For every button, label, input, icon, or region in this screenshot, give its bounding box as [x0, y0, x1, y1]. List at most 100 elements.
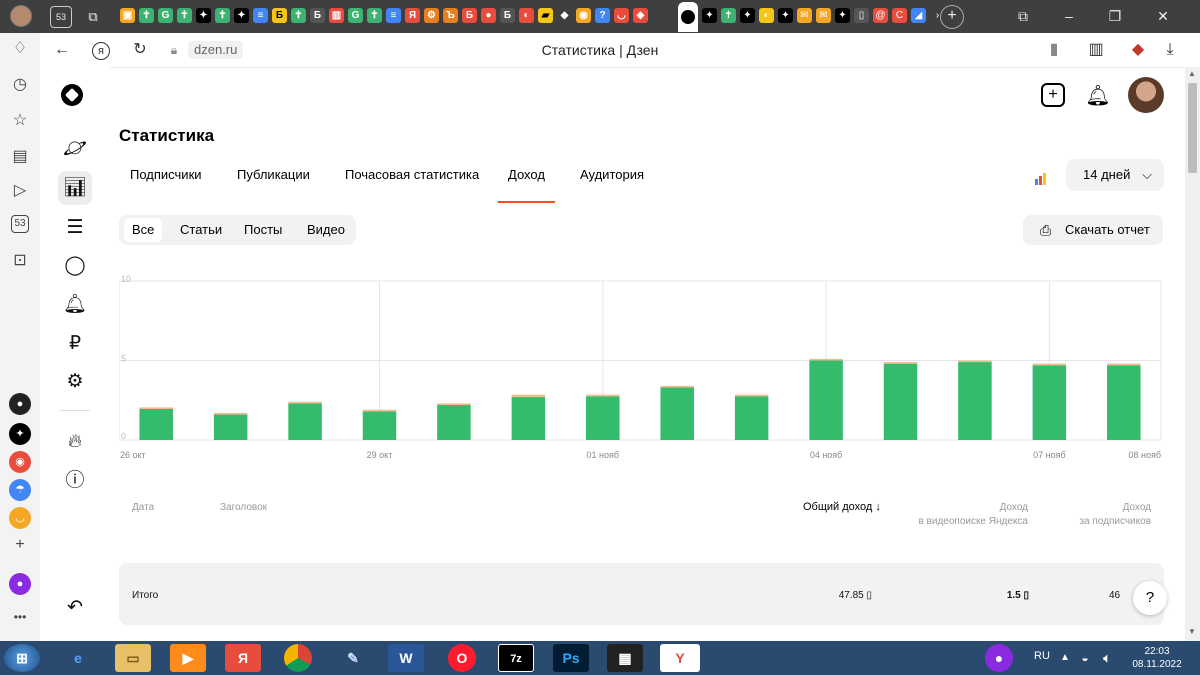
minimize-button[interactable]: –	[1046, 0, 1092, 33]
tab-favicon[interactable]: Б	[310, 8, 325, 23]
tab-favicon[interactable]: ✦	[835, 8, 850, 23]
word-icon[interactable]: W	[388, 644, 424, 672]
download-icon[interactable]: ⤓	[1160, 40, 1180, 60]
col-total[interactable]: Общий доход ↓	[803, 500, 881, 514]
tab-favicon[interactable]: ?	[595, 8, 610, 23]
more-icon[interactable]: •••	[10, 607, 30, 627]
tab-publications[interactable]: Публикации	[227, 167, 320, 201]
filter-all[interactable]: Все	[124, 218, 163, 242]
photoshop-icon[interactable]: Ps	[553, 644, 589, 672]
tab-favicon[interactable]: ●	[481, 8, 496, 23]
notifications-icon[interactable]: 🔔︎	[62, 292, 88, 318]
clock[interactable]: 22:03 08.11.2022	[1122, 645, 1192, 671]
bookmark-icon[interactable]: ▮	[1044, 40, 1064, 60]
tab-audience[interactable]: Аудитория	[570, 167, 654, 201]
tab-favicon[interactable]: Ъ	[443, 8, 458, 23]
tab-favicon[interactable]: ✝	[367, 8, 382, 23]
tab-favicon[interactable]: ▥	[329, 8, 344, 23]
tab-count-badge[interactable]: 53	[50, 6, 72, 28]
help-button[interactable]: ?	[1133, 581, 1167, 615]
active-tab[interactable]	[678, 2, 698, 32]
network-icon[interactable]: ◒	[1076, 644, 1094, 672]
close-window-button[interactable]: ✕	[1140, 0, 1186, 33]
video-editor-icon[interactable]: ▦	[607, 644, 643, 672]
7zip-icon[interactable]: 7z	[498, 644, 534, 672]
ie-icon[interactable]: e	[60, 644, 96, 672]
tab-favicon[interactable]: ✦	[702, 8, 717, 23]
filter-posts[interactable]: Посты	[236, 218, 290, 242]
tab-favicon[interactable]: C	[892, 8, 907, 23]
download-report-button[interactable]: ⎙ Скачать отчет	[1023, 215, 1163, 245]
tab-favicon[interactable]: Я	[405, 8, 420, 23]
comments-icon[interactable]: ◯	[62, 253, 88, 279]
tab-favicon[interactable]: ⚙	[424, 8, 439, 23]
tab-favicon[interactable]: ≡	[253, 8, 268, 23]
col-date[interactable]: Дата	[132, 501, 154, 515]
dzen-logo-icon[interactable]	[61, 84, 83, 106]
alice-tray-icon[interactable]: ●	[985, 644, 1013, 672]
add-app-icon[interactable]: +	[10, 535, 30, 555]
tab-income[interactable]: Доход	[498, 167, 555, 203]
tab-favicon[interactable]: ◐	[519, 8, 534, 23]
add-post-icon[interactable]: +	[1041, 83, 1065, 107]
explorer-icon[interactable]: ▭	[115, 644, 151, 672]
zen-app-icon[interactable]: ✦	[9, 423, 31, 445]
settings-icon[interactable]: ⚙	[62, 369, 88, 395]
avatar[interactable]	[1128, 77, 1164, 113]
tab-favicon[interactable]: ✝	[215, 8, 230, 23]
tab-favicon[interactable]: ✝	[291, 8, 306, 23]
tab-favicon[interactable]: ✦	[234, 8, 249, 23]
tab-favicon[interactable]: Б	[272, 8, 287, 23]
tab-favicon[interactable]: ▣	[120, 8, 135, 23]
tab-favicon[interactable]: ◢	[911, 8, 926, 23]
tab-favicon[interactable]: ◆	[557, 8, 572, 23]
alice-app-icon[interactable]: ●	[9, 393, 31, 415]
tab-favicon[interactable]: ◡	[614, 8, 629, 23]
tab-favicon[interactable]: G	[348, 8, 363, 23]
tab-favicon[interactable]: ✦	[740, 8, 755, 23]
publications-icon[interactable]: ☰	[62, 215, 88, 241]
media-player-icon[interactable]: ▶	[170, 644, 206, 672]
yandex-browser-icon[interactable]: Y	[660, 644, 700, 672]
stats-icon[interactable]: 📊︎	[58, 171, 92, 205]
tab-favicon[interactable]: Б	[500, 8, 515, 23]
tabs-count-icon[interactable]: 53	[11, 215, 29, 233]
chart-type-icon[interactable]	[1035, 171, 1049, 185]
scroll-thumb[interactable]	[1188, 83, 1197, 173]
collections-icon[interactable]: ▤	[10, 147, 30, 167]
opera-icon[interactable]: O	[448, 644, 476, 672]
bookmark-add-icon[interactable]: ⧉	[82, 6, 104, 28]
video-icon[interactable]: ▷	[10, 181, 30, 201]
col-subs[interactable]: Доход за подписчиков	[1051, 501, 1151, 529]
tab-favicon[interactable]: ▰	[538, 8, 553, 23]
reader-icon[interactable]: ▥	[1086, 40, 1106, 60]
help-icon[interactable]: ⓘ	[62, 468, 88, 494]
period-dropdown[interactable]: 14 дней ⌵	[1066, 159, 1164, 191]
notifications-icon[interactable]: ♢	[10, 39, 30, 59]
tab-hourly[interactable]: Почасовая статистика	[335, 167, 489, 201]
maps-app-icon[interactable]: ◉	[9, 451, 31, 473]
filter-articles[interactable]: Статьи	[172, 218, 230, 242]
filter-video[interactable]: Видео	[299, 218, 353, 242]
tab-favicon[interactable]: ✉	[797, 8, 812, 23]
restore-button[interactable]: ❐	[1092, 0, 1138, 33]
screenshot-icon[interactable]: ⊡	[10, 251, 30, 271]
tab-subscribers[interactable]: Подписчики	[120, 167, 212, 201]
page-scrollbar[interactable]: ▲ ▼	[1185, 67, 1200, 641]
tab-favicon[interactable]: ✦	[778, 8, 793, 23]
history-icon[interactable]: ◷	[10, 75, 30, 95]
yandex-app-icon[interactable]: Я	[225, 644, 261, 672]
tab-favicon[interactable]: @	[873, 8, 888, 23]
tab-favicon[interactable]: G	[158, 8, 173, 23]
volume-icon[interactable]: 🔈︎	[1098, 644, 1116, 672]
scroll-up-icon[interactable]: ▲	[1188, 69, 1196, 78]
tab-favicon[interactable]: Б	[462, 8, 477, 23]
tray-arrow-icon[interactable]: ▲	[1056, 644, 1074, 672]
profile-avatar[interactable]	[10, 5, 32, 27]
tab-manager-icon[interactable]: ⧉	[1000, 0, 1046, 33]
extension-icon[interactable]: ◆	[1128, 40, 1148, 60]
music-app-icon[interactable]: ◡	[9, 507, 31, 529]
language-indicator[interactable]: RU	[1034, 650, 1050, 662]
tab-favicon[interactable]: ◉	[576, 8, 591, 23]
tab-favicon[interactable]: ✉	[816, 8, 831, 23]
